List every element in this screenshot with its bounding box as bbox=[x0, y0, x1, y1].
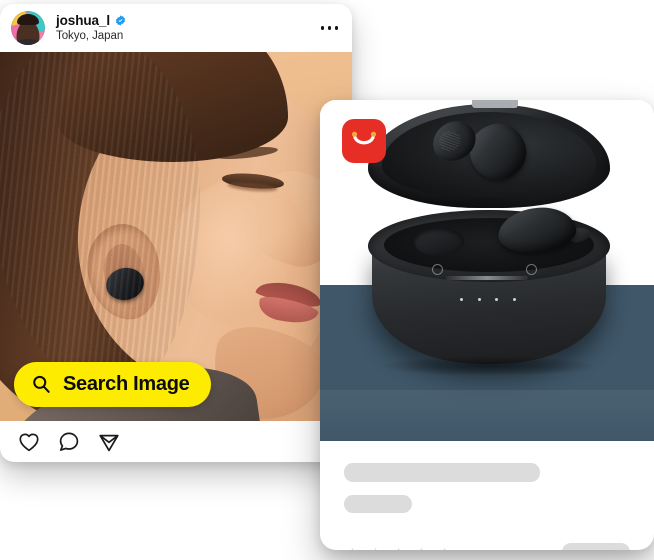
social-post-identity: joshua_l Tokyo, Japan bbox=[56, 13, 126, 44]
star-icon bbox=[443, 547, 446, 550]
earbud-slot-label-left bbox=[432, 264, 443, 275]
search-image-button-label: Search Image bbox=[63, 373, 190, 395]
led-indicator bbox=[512, 298, 516, 301]
like-icon[interactable] bbox=[17, 430, 41, 454]
post-location: Tokyo, Japan bbox=[56, 30, 124, 43]
star-icon bbox=[351, 547, 354, 550]
star-icon bbox=[374, 547, 377, 550]
username-row: joshua_l bbox=[56, 13, 126, 29]
shopping-bag-logo[interactable] bbox=[342, 119, 386, 163]
star-icon bbox=[420, 547, 423, 550]
led-indicator bbox=[495, 298, 499, 301]
social-post-card: joshua_l Tokyo, Japan Search Image bbox=[0, 4, 352, 462]
earbud-case-led-row bbox=[460, 298, 516, 301]
earbud-slot-label-right bbox=[526, 264, 537, 275]
led-indicator bbox=[460, 298, 463, 301]
product-subtitle-placeholder bbox=[344, 495, 412, 513]
more-dot bbox=[327, 26, 331, 30]
more-dot bbox=[334, 26, 338, 30]
search-icon bbox=[33, 375, 50, 393]
product-meta-row bbox=[344, 543, 630, 550]
social-post-header: joshua_l Tokyo, Japan bbox=[0, 4, 352, 52]
earbud-slot-left bbox=[414, 228, 464, 256]
comment-icon[interactable] bbox=[57, 430, 81, 454]
earbud-case-lid-tab bbox=[472, 100, 518, 108]
post-action-bar bbox=[0, 421, 352, 462]
product-info bbox=[320, 441, 654, 550]
led-indicator bbox=[477, 298, 481, 301]
product-title-placeholder bbox=[344, 463, 540, 482]
product-floor-glow bbox=[320, 390, 654, 441]
more-options-icon[interactable] bbox=[319, 18, 341, 38]
product-drop-shadow bbox=[382, 356, 596, 376]
rating-stars[interactable] bbox=[344, 546, 453, 550]
share-icon[interactable] bbox=[97, 430, 121, 454]
star-icon bbox=[397, 547, 400, 550]
verified-badge-icon bbox=[115, 15, 126, 26]
avatar[interactable] bbox=[11, 11, 45, 45]
product-action-button-placeholder[interactable] bbox=[562, 543, 630, 550]
product-card bbox=[320, 100, 654, 550]
post-photo[interactable]: Search Image bbox=[0, 52, 352, 421]
earbud-case-seam bbox=[446, 276, 528, 280]
more-dot bbox=[320, 26, 324, 30]
search-image-button[interactable]: Search Image bbox=[14, 362, 212, 407]
avatar-hair bbox=[17, 14, 39, 25]
username[interactable]: joshua_l bbox=[56, 13, 110, 29]
shopping-bag-icon bbox=[351, 131, 377, 145]
